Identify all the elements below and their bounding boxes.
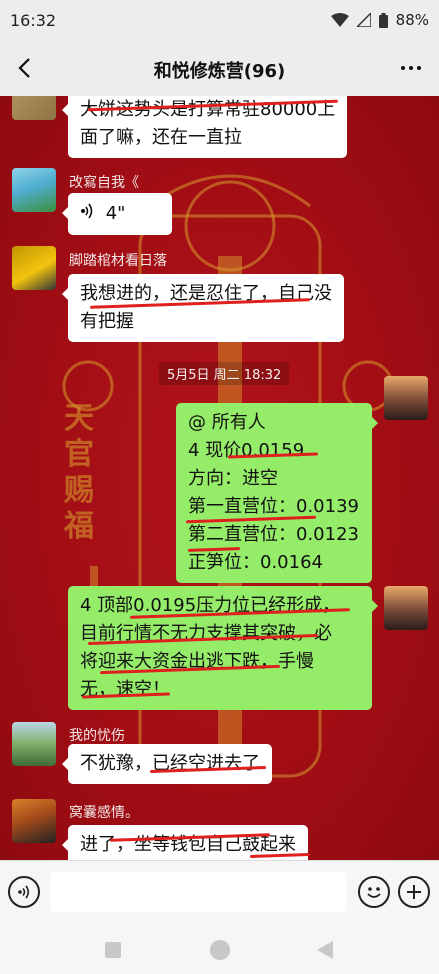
sender-name: 我的忧伤 bbox=[69, 728, 125, 744]
battery-level: 88% bbox=[395, 11, 429, 29]
wifi-icon bbox=[330, 13, 349, 27]
triangle-back-icon bbox=[317, 941, 333, 959]
plus-icon bbox=[407, 885, 421, 899]
message-text: 正笋位：0.0164 bbox=[188, 552, 323, 573]
signal-icon bbox=[356, 13, 371, 27]
own-message-bubble[interactable]: @ 所有人 4 现价0.0159 方向：进空 第一直营位：0.0139 第二直营… bbox=[176, 403, 378, 583]
sender-name: 脚踏棺材看日落 bbox=[69, 253, 167, 269]
voice-duration: 4" bbox=[105, 203, 126, 224]
voice-message-bubble[interactable]: 4" bbox=[62, 193, 172, 235]
square-icon bbox=[105, 942, 121, 958]
recent-apps-button[interactable] bbox=[104, 941, 122, 963]
voice-wave-icon bbox=[18, 885, 30, 899]
message-bubble[interactable]: 不犹豫，已经空进去了 bbox=[62, 744, 272, 784]
background-left-text: 天官赐福 bbox=[64, 401, 94, 544]
status-bar: 16:32 88% bbox=[0, 0, 439, 40]
more-options-button[interactable] bbox=[393, 52, 429, 84]
avatar[interactable] bbox=[12, 722, 56, 766]
message-text: 无，速空！ bbox=[80, 679, 170, 700]
message-text: 方向：进空 bbox=[188, 468, 278, 489]
message-text: 有把握 bbox=[80, 311, 134, 332]
message-text: 第二直营位：0.0123 bbox=[188, 524, 359, 545]
status-time: 16:32 bbox=[10, 11, 57, 30]
emoji-button[interactable] bbox=[358, 876, 390, 908]
message-text: 面了嘛，还在一直拉 bbox=[80, 127, 242, 148]
more-functions-button[interactable] bbox=[398, 876, 430, 908]
home-button[interactable] bbox=[209, 939, 231, 965]
chat-title: 和悦修炼营(96) bbox=[153, 61, 286, 82]
self-avatar[interactable] bbox=[384, 586, 428, 630]
system-nav-bar bbox=[0, 924, 439, 974]
sender-name: 窝囊感情。 bbox=[69, 805, 139, 821]
avatar[interactable] bbox=[12, 96, 56, 120]
voice-wave-icon bbox=[80, 200, 94, 228]
message-text: 4 现价0.0159 bbox=[188, 440, 305, 461]
avatar[interactable] bbox=[12, 246, 56, 290]
battery-icon bbox=[378, 12, 388, 28]
message-text: 4 顶部0.0195压力位已经形成， bbox=[80, 595, 341, 616]
avatar[interactable] bbox=[12, 168, 56, 212]
message-input[interactable] bbox=[50, 872, 346, 912]
self-avatar[interactable] bbox=[384, 376, 428, 420]
input-bar bbox=[0, 860, 439, 924]
own-message-bubble[interactable]: 4 顶部0.0195压力位已经形成， 目前行情不无力支撑其突破，必 将迎来大资金… bbox=[68, 586, 378, 710]
time-divider: 5月5日 周二 18:32 bbox=[159, 362, 290, 385]
avatar[interactable] bbox=[12, 799, 56, 843]
smiley-icon bbox=[367, 887, 381, 898]
sender-name: 改寫自我《 bbox=[69, 175, 139, 191]
circle-icon bbox=[210, 940, 230, 960]
back-nav-button[interactable] bbox=[316, 940, 334, 964]
nav-bar: 和悦修炼营(96) bbox=[0, 40, 439, 96]
voice-input-button[interactable] bbox=[8, 876, 40, 908]
message-text: @ 所有人 bbox=[188, 412, 266, 433]
chat-area[interactable]: 天官赐福 大饼这势头是打算常驻80000上 面了嘛，还在一直拉 改寫自我《 4"… bbox=[0, 96, 439, 860]
status-icons: 88% bbox=[330, 11, 429, 29]
message-text: 不犹豫，已经空进去了 bbox=[80, 753, 260, 774]
